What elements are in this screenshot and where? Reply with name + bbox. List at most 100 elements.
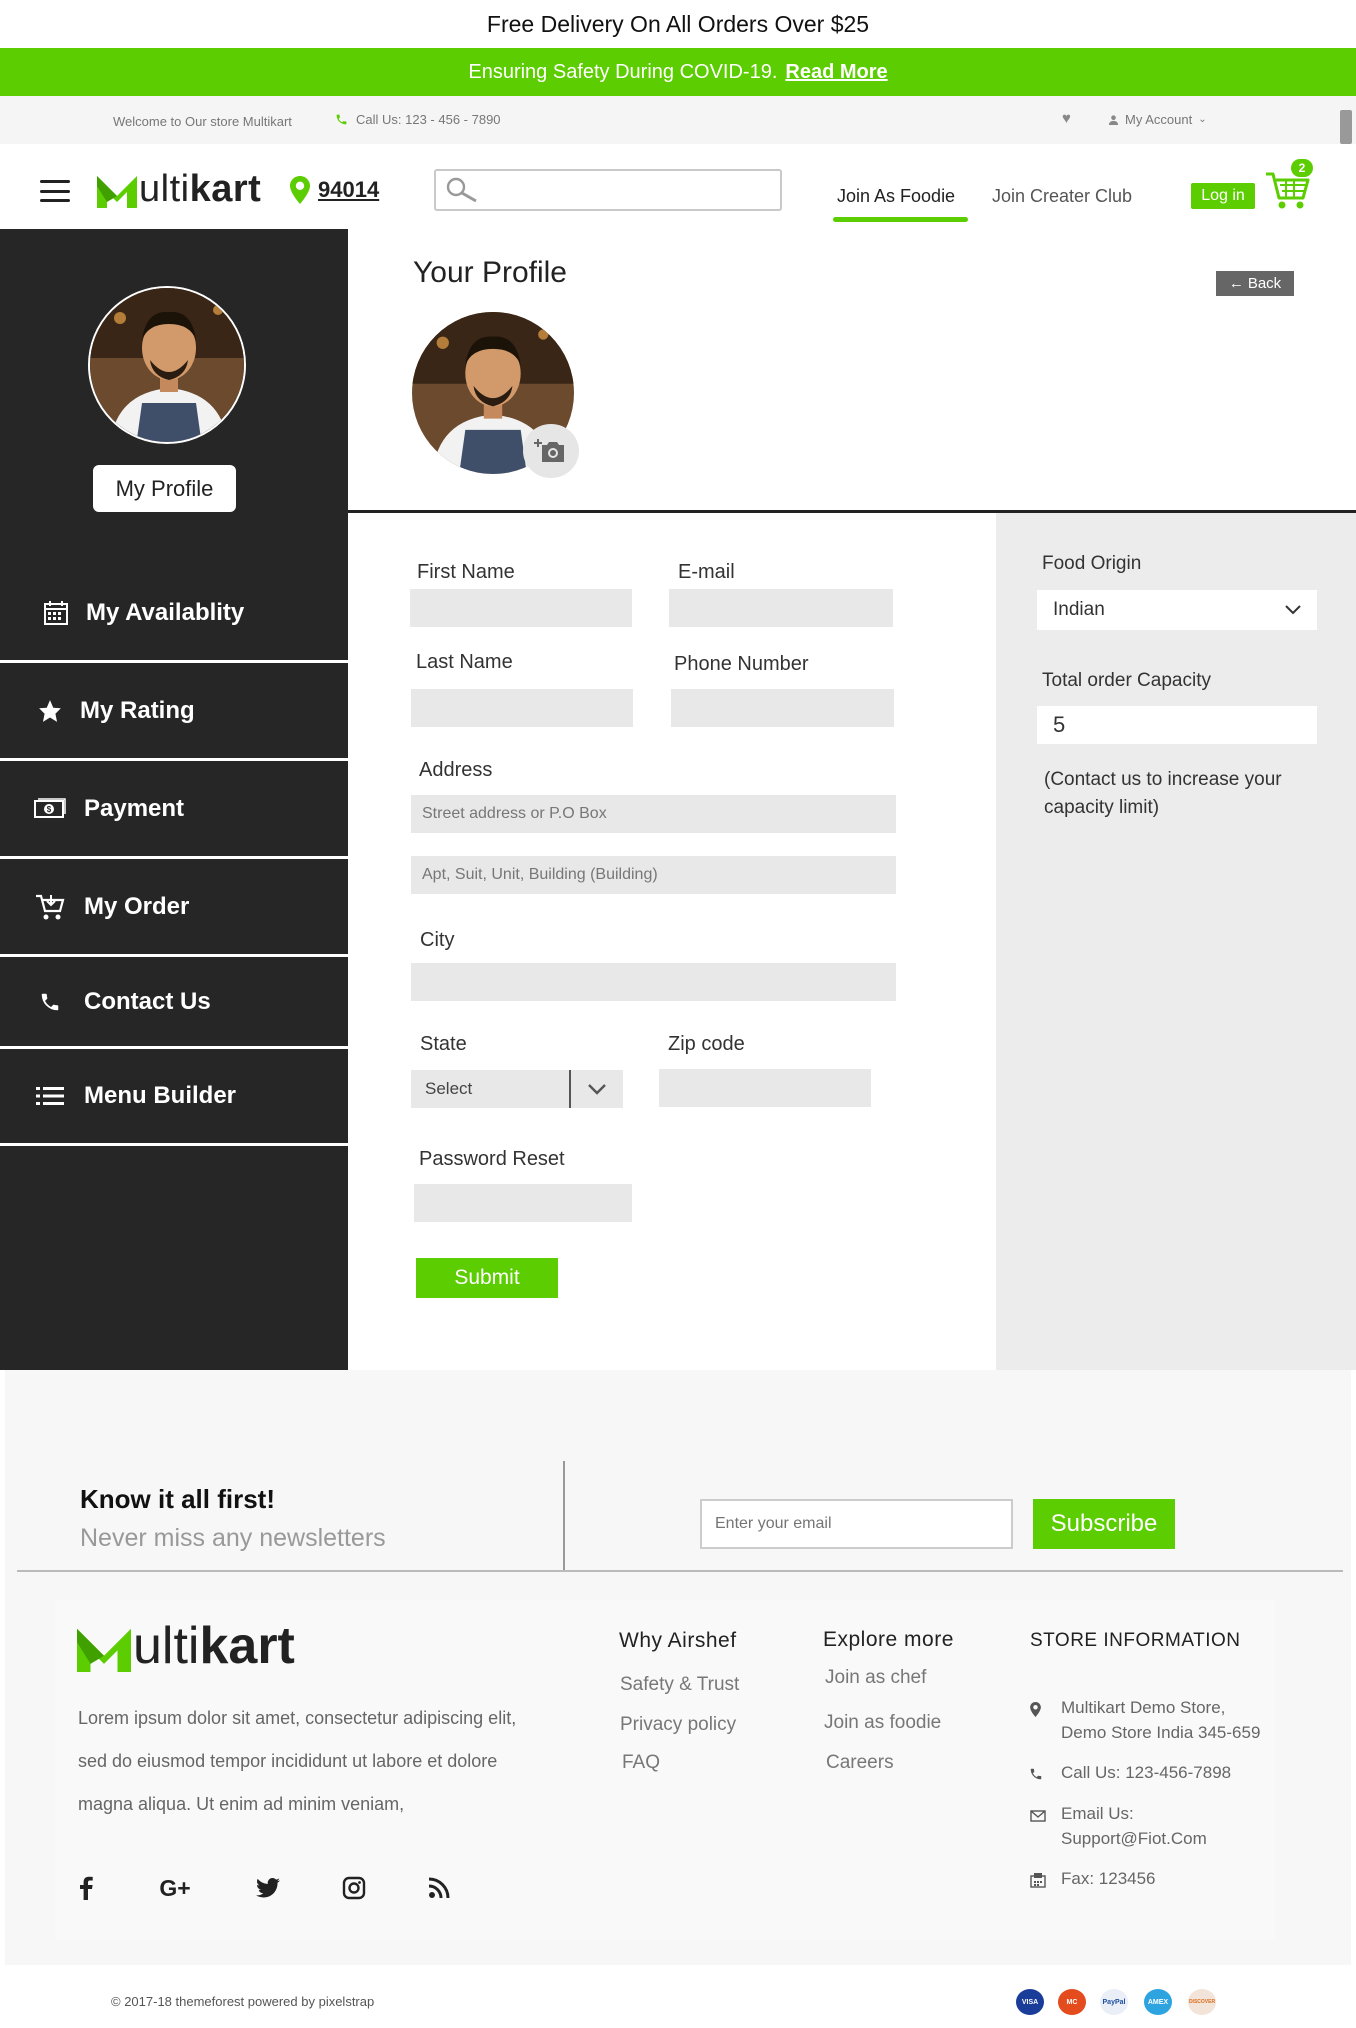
change-photo-camera-icon[interactable] [523, 424, 579, 478]
topbar-call-text: Call Us: 123 - 456 - 7890 [356, 112, 501, 127]
address-line2-input[interactable] [411, 856, 896, 894]
subscribe-button[interactable]: Subscribe [1033, 1499, 1175, 1549]
my-account-label: My Account [1125, 112, 1193, 127]
food-origin-select[interactable]: Indian [1037, 590, 1317, 630]
my-account-dropdown[interactable]: My Account ⌄ [1108, 112, 1207, 127]
city-label: City [420, 929, 455, 951]
nav-join-as-foodie[interactable]: Join As Foodie [837, 186, 955, 207]
envelope-icon [1029, 1807, 1047, 1825]
store-address-line2: Demo Store India 345-659 [1061, 1723, 1261, 1742]
svg-text:$: $ [47, 805, 52, 814]
logo-m-mark [97, 176, 137, 208]
list-icon [34, 1082, 66, 1110]
last-name-input[interactable] [411, 689, 633, 727]
footer-link-careers[interactable]: Careers [826, 1752, 894, 1774]
password-reset-label: Password Reset [419, 1148, 565, 1170]
newsletter-title: Know it all first! [80, 1484, 275, 1514]
footer-description: Lorem ipsum dolor sit amet, consectetur … [78, 1708, 517, 1814]
newsletter-email-input[interactable] [700, 1499, 1013, 1549]
wishlist-heart-icon[interactable]: ♥ [1062, 110, 1071, 127]
covid-text: Ensuring Safety During COVID-19. [468, 60, 778, 83]
submit-button[interactable]: Submit [416, 1258, 558, 1298]
main-header: ultikart 94014 Join As Foodie Join Creat… [0, 144, 1356, 229]
discover-icon: DISCOVER [1188, 1989, 1216, 2015]
phone-icon [34, 988, 66, 1016]
google-plus-icon[interactable]: G+ [155, 1874, 195, 1902]
user-icon [1108, 114, 1119, 125]
logo-m-mark [77, 1628, 131, 1672]
email-label: E-mail [678, 561, 735, 583]
last-name-label: Last Name [416, 651, 513, 673]
rss-icon[interactable] [425, 1874, 453, 1902]
read-more-link[interactable]: Read More [785, 61, 887, 84]
money-icon: $ [34, 795, 66, 823]
nav-join-creater-club[interactable]: Join Creater Club [992, 186, 1132, 207]
sidebar-item-my-order[interactable]: My Order [0, 859, 348, 957]
paypal-icon: PayPal [1100, 1989, 1128, 2015]
search-box[interactable] [434, 169, 782, 211]
map-marker-icon [1026, 1700, 1044, 1718]
store-address-line1: Multikart Demo Store, [1061, 1698, 1226, 1717]
footer-link-safety[interactable]: Safety & Trust [620, 1674, 739, 1696]
city-input[interactable] [411, 963, 896, 1001]
location-zip[interactable]: 94014 [290, 176, 379, 204]
sidebar-item-label: My Order [84, 892, 190, 920]
calendar-icon [40, 599, 72, 627]
why-airshef-heading: Why Airshef [619, 1629, 737, 1652]
store-address: Multikart Demo Store, Demo Store India 3… [1061, 1695, 1260, 1745]
phone-number-input[interactable] [671, 689, 894, 727]
newsletter-divider [563, 1461, 565, 1571]
twitter-icon[interactable] [254, 1874, 282, 1902]
page-scrollbar[interactable] [1340, 110, 1352, 144]
copyright-text: © 2017-18 themeforest powered by pixelst… [111, 1994, 375, 2009]
footer-link-join-foodie[interactable]: Join as foodie [824, 1712, 941, 1734]
address-label: Address [419, 759, 493, 781]
sidebar-item-label: My Rating [80, 696, 195, 724]
mastercard-icon: MC [1058, 1989, 1086, 2015]
sidebar-item-payment[interactable]: $ Payment [0, 761, 348, 859]
my-profile-button[interactable]: My Profile [93, 465, 236, 512]
footer-logo[interactable]: ultikart [77, 1620, 295, 1672]
login-button[interactable]: Log in [1191, 183, 1255, 209]
promo-bar: Free Delivery On All Orders Over $25 [0, 0, 1356, 48]
explore-more-heading: Explore more [823, 1628, 954, 1651]
state-select[interactable]: Select [411, 1070, 623, 1108]
promo-text: Free Delivery On All Orders Over $25 [486, 10, 870, 37]
order-capacity-input[interactable] [1037, 706, 1317, 744]
search-icon [446, 177, 477, 203]
utility-bar: Welcome to Our store Multikart Call Us: … [0, 96, 1356, 144]
sidebar-item-menu-builder[interactable]: Menu Builder [0, 1049, 348, 1146]
sidebar-item-availability[interactable]: My Availablity [0, 566, 348, 663]
chevron-down-icon: ⌄ [1198, 114, 1207, 125]
sidebar-item-rating[interactable]: My Rating [0, 663, 348, 761]
back-button[interactable]: ← Back [1216, 271, 1294, 296]
footer-logo-prefix: ulti [133, 1617, 200, 1675]
page-title: Your Profile [413, 256, 567, 289]
search-input[interactable] [486, 171, 780, 209]
first-name-input[interactable] [410, 589, 632, 627]
phone-icon [336, 114, 347, 125]
zip-code-input[interactable] [659, 1069, 871, 1107]
hamburger-menu-icon[interactable] [40, 180, 70, 202]
sidebar-item-contact-us[interactable]: Contact Us [0, 957, 348, 1049]
amex-icon: AMEX [1144, 1989, 1172, 2015]
facebook-icon[interactable] [74, 1874, 98, 1902]
sidebar-item-label: Menu Builder [84, 1082, 237, 1109]
site-logo[interactable]: ultikart [97, 170, 261, 208]
state-select-value: Select [425, 1079, 473, 1098]
capacity-note: (Contact us to increase your capacity li… [1044, 769, 1282, 818]
store-call: Call Us: 123-456-7898 [1061, 1763, 1232, 1782]
email-input[interactable] [669, 589, 893, 627]
footer-link-join-chef[interactable]: Join as chef [825, 1667, 926, 1689]
sidebar-item-label: Payment [84, 794, 185, 822]
footer-link-privacy[interactable]: Privacy policy [620, 1714, 736, 1736]
footer-link-faq[interactable]: FAQ [622, 1752, 660, 1774]
password-reset-input[interactable] [414, 1184, 632, 1222]
instagram-icon[interactable] [340, 1874, 368, 1902]
logo-text-prefix: ulti [139, 168, 190, 210]
arrow-left-icon: ← [1228, 275, 1244, 292]
first-name-label: First Name [417, 561, 515, 583]
address-line1-input[interactable] [411, 795, 896, 833]
store-email-value[interactable]: Support@Fiot.Com [1061, 1826, 1207, 1851]
fax-icon [1029, 1871, 1047, 1889]
